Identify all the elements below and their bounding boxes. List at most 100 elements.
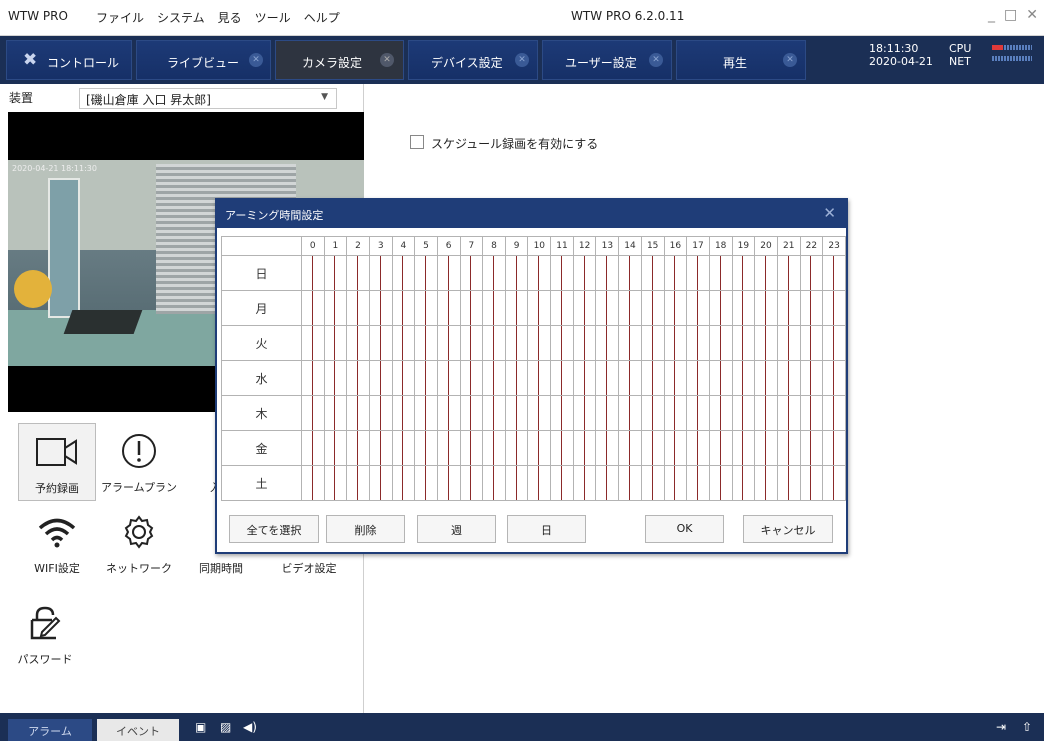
- schedule-cell[interactable]: [640, 325, 665, 361]
- schedule-cell[interactable]: [527, 255, 552, 291]
- schedule-cell[interactable]: [799, 395, 824, 431]
- schedule-cell[interactable]: [436, 255, 461, 291]
- tab-close-icon[interactable]: ✕: [249, 53, 263, 67]
- schedule-cell[interactable]: [504, 360, 529, 396]
- schedule-cell[interactable]: [640, 360, 665, 396]
- schedule-cell[interactable]: [368, 395, 393, 431]
- schedule-cell[interactable]: [686, 255, 710, 291]
- schedule-cell[interactable]: [572, 360, 597, 396]
- schedule-cell[interactable]: [754, 465, 778, 501]
- schedule-cell[interactable]: [822, 360, 846, 396]
- schedule-cell[interactable]: [754, 255, 778, 291]
- schedule-cell[interactable]: [300, 360, 325, 396]
- schedule-cell[interactable]: [459, 395, 484, 431]
- schedule-cell[interactable]: [459, 290, 484, 326]
- schedule-cell[interactable]: [459, 360, 484, 396]
- schedule-cell[interactable]: [799, 430, 824, 466]
- function-scheduled-recording[interactable]: 予約録画: [18, 423, 96, 501]
- schedule-cell[interactable]: [595, 360, 620, 396]
- schedule-cell[interactable]: [323, 255, 348, 291]
- schedule-enable-checkbox[interactable]: [410, 135, 424, 149]
- schedule-cell[interactable]: [527, 430, 552, 466]
- export-icon[interactable]: ⇥: [996, 720, 1014, 735]
- schedule-cell[interactable]: [799, 290, 824, 326]
- schedule-cell[interactable]: [414, 465, 438, 501]
- schedule-cell[interactable]: [595, 395, 620, 431]
- schedule-cell[interactable]: [595, 325, 620, 361]
- menu-tools[interactable]: ツール: [255, 9, 291, 26]
- schedule-cell[interactable]: [550, 360, 574, 396]
- chat-icon[interactable]: ▣: [195, 720, 213, 735]
- schedule-cell[interactable]: [640, 290, 665, 326]
- schedule-cell[interactable]: [323, 290, 348, 326]
- schedule-cell[interactable]: [459, 255, 484, 291]
- schedule-cell[interactable]: [776, 465, 801, 501]
- schedule-cell[interactable]: [436, 360, 461, 396]
- schedule-cell[interactable]: [618, 360, 642, 396]
- schedule-cell[interactable]: [482, 325, 506, 361]
- schedule-cell[interactable]: [663, 255, 688, 291]
- schedule-cell[interactable]: [822, 325, 846, 361]
- tab-liveview[interactable]: ライブビュー ✕: [136, 40, 271, 80]
- schedule-cell[interactable]: [459, 430, 484, 466]
- schedule-cell[interactable]: [708, 255, 733, 291]
- schedule-cell[interactable]: [822, 255, 846, 291]
- tab-close-icon[interactable]: ✕: [515, 53, 529, 67]
- tab-event[interactable]: イベント: [97, 719, 179, 741]
- schedule-cell[interactable]: [346, 465, 370, 501]
- schedule-cell[interactable]: [300, 395, 325, 431]
- schedule-cell[interactable]: [391, 325, 416, 361]
- schedule-cell[interactable]: [414, 430, 438, 466]
- schedule-cell[interactable]: [663, 325, 688, 361]
- schedule-cell[interactable]: [436, 290, 461, 326]
- schedule-cell[interactable]: [414, 255, 438, 291]
- schedule-cell[interactable]: [708, 360, 733, 396]
- schedule-cell[interactable]: [346, 430, 370, 466]
- schedule-cell[interactable]: [550, 325, 574, 361]
- minimize-icon[interactable]: _: [988, 7, 995, 23]
- schedule-cell[interactable]: [595, 290, 620, 326]
- schedule-cell[interactable]: [731, 325, 756, 361]
- schedule-cell[interactable]: [754, 360, 778, 396]
- week-button[interactable]: 週: [417, 515, 496, 543]
- schedule-cell[interactable]: [754, 430, 778, 466]
- schedule-cell[interactable]: [323, 430, 348, 466]
- schedule-cell[interactable]: [368, 255, 393, 291]
- schedule-cell[interactable]: [323, 465, 348, 501]
- tab-alarm[interactable]: アラーム: [8, 719, 92, 741]
- tab-close-icon[interactable]: ✕: [783, 53, 797, 67]
- schedule-cell[interactable]: [618, 465, 642, 501]
- schedule-cell[interactable]: [776, 325, 801, 361]
- schedule-cell[interactable]: [572, 430, 597, 466]
- schedule-cell[interactable]: [527, 325, 552, 361]
- schedule-cell[interactable]: [368, 465, 393, 501]
- schedule-cell[interactable]: [323, 360, 348, 396]
- select-all-button[interactable]: 全てを選択: [229, 515, 319, 543]
- close-icon[interactable]: ✕: [823, 204, 836, 222]
- schedule-cell[interactable]: [799, 465, 824, 501]
- schedule-cell[interactable]: [640, 465, 665, 501]
- schedule-cell[interactable]: [822, 430, 846, 466]
- schedule-cell[interactable]: [731, 395, 756, 431]
- schedule-cell[interactable]: [368, 430, 393, 466]
- schedule-cell[interactable]: [572, 325, 597, 361]
- schedule-cell[interactable]: [754, 290, 778, 326]
- tab-device-settings[interactable]: デバイス設定 ✕: [408, 40, 538, 80]
- schedule-cell[interactable]: [300, 430, 325, 466]
- schedule-cell[interactable]: [459, 325, 484, 361]
- schedule-cell[interactable]: [799, 360, 824, 396]
- schedule-cell[interactable]: [436, 395, 461, 431]
- schedule-cell[interactable]: [640, 395, 665, 431]
- schedule-cell[interactable]: [686, 325, 710, 361]
- menu-file[interactable]: ファイル: [96, 9, 144, 26]
- schedule-cell[interactable]: [391, 395, 416, 431]
- tab-close-icon[interactable]: ✕: [380, 53, 394, 67]
- schedule-cell[interactable]: [550, 290, 574, 326]
- day-button[interactable]: 日: [507, 515, 586, 543]
- schedule-cell[interactable]: [300, 290, 325, 326]
- schedule-cell[interactable]: [686, 395, 710, 431]
- schedule-cell[interactable]: [323, 325, 348, 361]
- schedule-cell[interactable]: [572, 290, 597, 326]
- schedule-cell[interactable]: [504, 325, 529, 361]
- schedule-cell[interactable]: [595, 255, 620, 291]
